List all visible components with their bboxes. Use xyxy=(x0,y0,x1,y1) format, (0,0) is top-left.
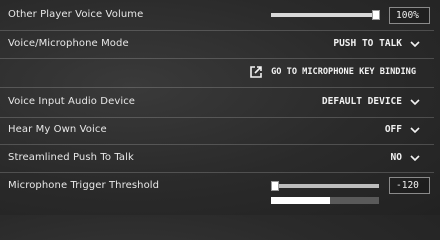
voice-microphone-mode-label: Voice/Microphone Mode xyxy=(8,38,129,49)
streamlined-push-to-talk-label: Streamlined Push To Talk xyxy=(8,152,134,163)
microphone-trigger-threshold-thumb[interactable] xyxy=(271,181,279,191)
row-voice-input-audio-device: Voice Input Audio Device DEFAULT DEVICE xyxy=(0,87,434,118)
voice-microphone-mode-dropdown[interactable]: PUSH TO TALK xyxy=(333,38,420,49)
microphone-trigger-threshold-slider[interactable] xyxy=(271,181,379,191)
other-player-voice-volume-slider[interactable] xyxy=(271,10,380,20)
voice-input-audio-device-dropdown[interactable]: DEFAULT DEVICE xyxy=(322,96,420,107)
microphone-trigger-threshold-label: Microphone Trigger Threshold xyxy=(8,180,160,191)
other-player-voice-volume-value[interactable]: 100% xyxy=(389,7,430,24)
streamlined-push-to-talk-value: NO xyxy=(390,152,402,163)
external-link-icon xyxy=(250,66,262,78)
row-hear-my-own-voice: Hear My Own Voice OFF xyxy=(0,117,434,145)
other-player-voice-volume-thumb[interactable] xyxy=(372,10,380,20)
chevron-down-icon xyxy=(410,98,420,105)
other-player-voice-volume-label: Other Player Voice Volume xyxy=(8,9,144,20)
row-other-player-voice-volume: Other Player Voice Volume 100% xyxy=(0,0,434,31)
streamlined-push-to-talk-dropdown[interactable]: NO xyxy=(391,152,420,163)
voice-input-audio-device-label: Voice Input Audio Device xyxy=(8,96,136,107)
go-to-microphone-key-binding-label: GO TO MICROPHONE KEY BINDING xyxy=(271,67,416,77)
chevron-down-icon xyxy=(410,126,420,133)
hear-my-own-voice-label: Hear My Own Voice xyxy=(8,124,107,135)
hear-my-own-voice-dropdown[interactable]: OFF xyxy=(385,124,420,135)
go-to-microphone-key-binding-button[interactable]: GO TO MICROPHONE KEY BINDING xyxy=(249,65,416,79)
row-voice-microphone-mode: Voice/Microphone Mode PUSH TO TALK xyxy=(0,30,434,59)
chevron-down-icon xyxy=(410,154,420,161)
chevron-down-icon xyxy=(410,40,420,47)
microphone-level-meter-fill xyxy=(271,197,331,204)
other-player-voice-volume-fill xyxy=(271,13,379,17)
hear-my-own-voice-value: OFF xyxy=(384,124,402,135)
microphone-level-meter xyxy=(271,197,379,204)
voice-input-audio-device-value: DEFAULT DEVICE xyxy=(321,96,402,107)
row-microphone-trigger-threshold: Microphone Trigger Threshold -120 xyxy=(0,172,434,215)
row-streamlined-push-to-talk: Streamlined Push To Talk NO xyxy=(0,144,434,173)
row-microphone-key-binding: GO TO MICROPHONE KEY BINDING xyxy=(0,58,434,87)
voice-microphone-mode-value: PUSH TO TALK xyxy=(333,38,402,49)
microphone-trigger-threshold-value[interactable]: -120 xyxy=(389,177,430,194)
